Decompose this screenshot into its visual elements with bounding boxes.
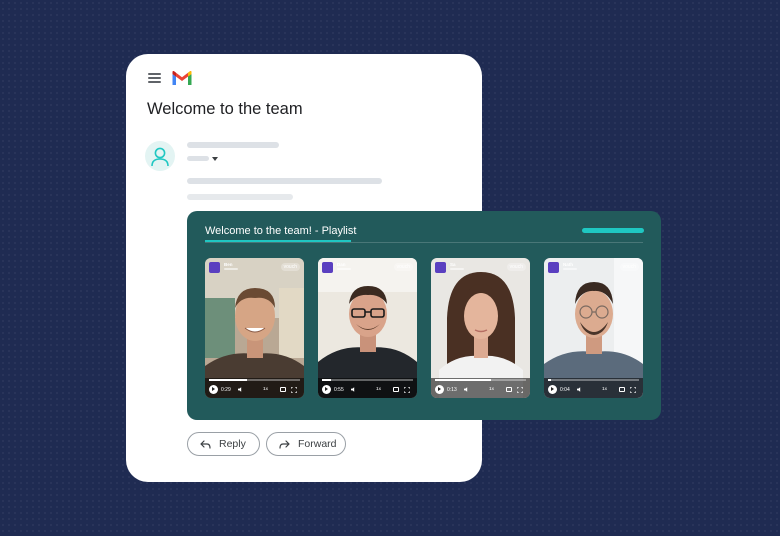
video-card[interactable]: Sa vouch 0:13 1x: [431, 258, 530, 398]
vouch-logo-icon: [548, 262, 559, 273]
play-icon[interactable]: [435, 385, 444, 394]
forward-button[interactable]: Forward: [266, 432, 346, 456]
fullscreen-icon[interactable]: [291, 386, 297, 393]
video-controls: 0:04 1x: [544, 378, 643, 398]
video-controls: 0:55 1x: [318, 378, 417, 398]
vouch-logo-icon: [209, 262, 220, 273]
video-progress-bar[interactable]: [548, 379, 639, 381]
recipient-dropdown-icon[interactable]: [212, 157, 218, 161]
video-author-name: Sa: [450, 262, 456, 267]
video-author-role-placeholder: [450, 268, 464, 270]
volume-icon[interactable]: [464, 387, 469, 392]
forward-arrow-icon: [279, 439, 290, 449]
reply-arrow-icon: [200, 439, 211, 449]
reply-button[interactable]: Reply: [187, 432, 260, 456]
video-card[interactable]: Nath vouch 0:04 1x: [544, 258, 643, 398]
hamburger-menu-icon[interactable]: [148, 73, 161, 83]
video-author-name: Dan: [337, 262, 346, 267]
brand-badge: vouch: [393, 263, 413, 271]
vouch-logo-icon: [322, 262, 333, 273]
reply-button-label: Reply: [219, 438, 246, 450]
captions-icon[interactable]: [619, 387, 625, 392]
sender-name-placeholder: [187, 142, 279, 148]
captions-icon[interactable]: [280, 387, 286, 392]
playlist-title[interactable]: Welcome to the team! - Playlist: [205, 225, 356, 237]
playlist-accent-bar: [582, 228, 644, 233]
video-progress-bar[interactable]: [209, 379, 300, 381]
video-author-name: Ben: [224, 262, 233, 267]
gmail-logo-icon: [172, 71, 192, 85]
video-thumbnail: [544, 258, 643, 398]
fullscreen-icon[interactable]: [404, 386, 410, 393]
volume-icon[interactable]: [577, 387, 582, 392]
video-thumbnail: [205, 258, 304, 398]
video-playlist-panel: Welcome to the team! - Playlist Ben vouc…: [187, 211, 661, 420]
video-card[interactable]: Ben vouch 0:29 1x: [205, 258, 304, 398]
video-progress-bar[interactable]: [435, 379, 526, 381]
captions-icon[interactable]: [393, 387, 399, 392]
video-time: 0:29: [221, 386, 231, 393]
user-avatar-icon: [145, 141, 175, 171]
playback-speed[interactable]: 1x: [263, 387, 268, 392]
playlist-tab-indicator: [205, 240, 351, 242]
body-line-placeholder: [187, 194, 293, 200]
video-time: 0:55: [334, 386, 344, 393]
play-icon[interactable]: [209, 385, 218, 394]
forward-button-label: Forward: [298, 438, 337, 450]
captions-icon[interactable]: [506, 387, 512, 392]
playlist-divider: [205, 242, 643, 243]
fullscreen-icon[interactable]: [630, 386, 636, 393]
play-icon[interactable]: [322, 385, 331, 394]
video-author-role-placeholder: [224, 268, 238, 270]
video-thumbnail: [318, 258, 417, 398]
video-author-role-placeholder: [337, 268, 351, 270]
vouch-logo-icon: [435, 262, 446, 273]
body-line-placeholder: [187, 178, 382, 184]
video-author-name: Nath: [563, 262, 573, 267]
video-thumbnail: [431, 258, 530, 398]
video-controls: 0:29 1x: [205, 378, 304, 398]
video-progress-bar[interactable]: [322, 379, 413, 381]
video-author-role-placeholder: [563, 268, 577, 270]
video-controls: 0:13 1x: [431, 378, 530, 398]
volume-icon[interactable]: [351, 387, 356, 392]
play-icon[interactable]: [548, 385, 557, 394]
volume-icon[interactable]: [238, 387, 243, 392]
brand-badge: vouch: [506, 263, 526, 271]
recipient-placeholder: [187, 156, 209, 161]
playback-speed[interactable]: 1x: [489, 387, 494, 392]
video-card[interactable]: Dan vouch 0:55 1x: [318, 258, 417, 398]
video-time: 0:04: [560, 386, 570, 393]
fullscreen-icon[interactable]: [517, 386, 523, 393]
brand-badge: vouch: [280, 263, 300, 271]
email-subject: Welcome to the team: [147, 100, 303, 118]
brand-badge: vouch: [619, 263, 639, 271]
playback-speed[interactable]: 1x: [376, 387, 381, 392]
video-time: 0:13: [447, 386, 457, 393]
playback-speed[interactable]: 1x: [602, 387, 607, 392]
